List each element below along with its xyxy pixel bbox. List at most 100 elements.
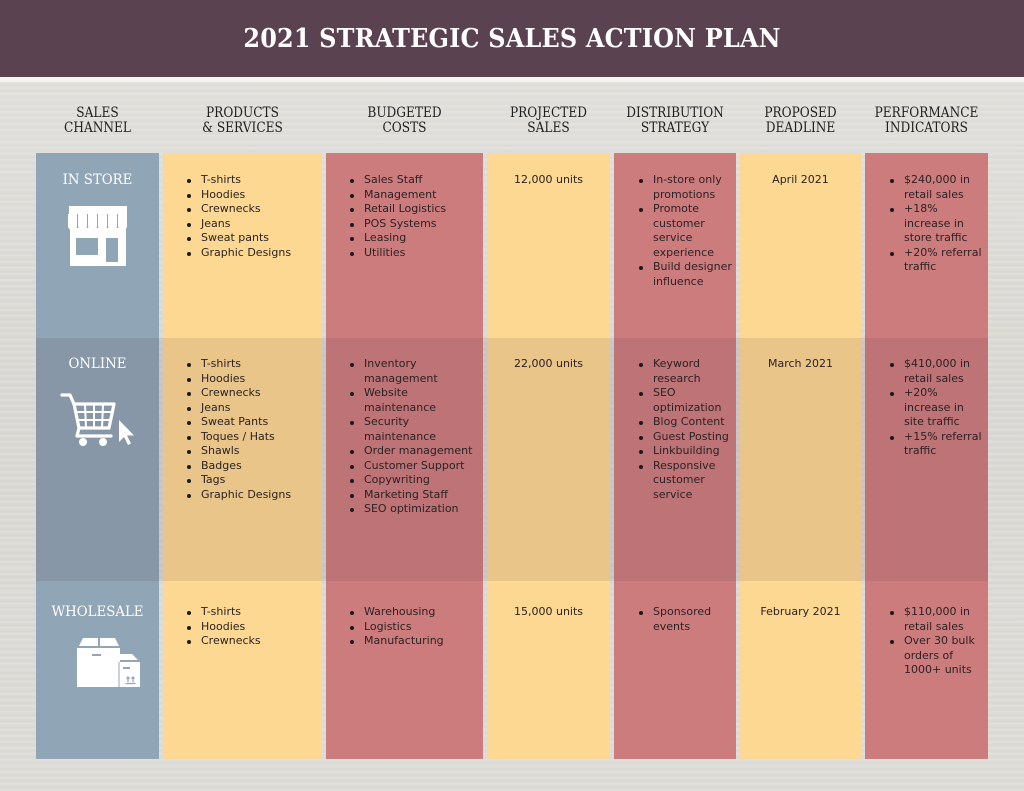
list-item: Management <box>350 188 479 203</box>
title-divider <box>0 77 1024 82</box>
header-performance-indicators: PERFORMANCE INDICATORS <box>865 106 988 136</box>
header-line: SALES <box>76 105 119 121</box>
list-item: T-shirts <box>187 357 319 372</box>
list-item: Linkbuilding <box>639 444 733 459</box>
list-item: Manufacturing <box>350 634 479 649</box>
list-item: +20% increase in site traffic <box>890 386 984 430</box>
list-item: Guest Posting <box>639 430 733 445</box>
header-proposed-deadline: PROPOSED DEADLINE <box>746 106 855 136</box>
row-in-store-indicators: $240,000 in retail sales +18% increase i… <box>890 173 984 275</box>
list-item: Hoodies <box>187 372 319 387</box>
header-sales-channel: SALES CHANNEL <box>42 106 153 136</box>
header-line: COSTS <box>382 120 427 136</box>
channel-label-wholesale: WHOLESALE <box>51 604 144 620</box>
channel-label-in-store: IN STORE <box>62 172 133 188</box>
list-item: SEO optimization <box>350 502 476 517</box>
storefront-icon <box>67 206 129 271</box>
row-online-indicators: $410,000 in retail sales +20% increase i… <box>890 357 984 459</box>
row-wholesale-projected-sales: 15,000 units <box>513 605 584 618</box>
list-item: Crewnecks <box>187 634 319 649</box>
list-item: +18% increase in store traffic <box>890 202 984 246</box>
column-projected-sales <box>487 153 610 759</box>
list-item: Website maintenance <box>350 386 476 415</box>
column-proposed-deadline <box>740 153 861 759</box>
header-line: CHANNEL <box>64 120 131 136</box>
list-item: SEO optimization <box>639 386 733 415</box>
header-line: BUDGETED <box>367 105 442 121</box>
row-online-products: T-shirts Hoodies Crewnecks Jeans Sweat P… <box>187 357 319 503</box>
list-item: Graphic Designs <box>187 488 319 503</box>
row-online-projected-sales: 22,000 units <box>513 357 584 370</box>
list-item: Marketing Staff <box>350 488 476 503</box>
list-item: Over 30 bulk orders of 1000+ units <box>890 634 984 678</box>
list-item: Leasing <box>350 231 479 246</box>
list-item: Keyword research <box>639 357 733 386</box>
list-item: Toques / Hats <box>187 430 319 445</box>
row-wholesale-indicators: $110,000 in retail sales Over 30 bulk or… <box>890 605 984 678</box>
row-wholesale-products: T-shirts Hoodies Crewnecks <box>187 605 319 649</box>
list-item: Tags <box>187 473 319 488</box>
list-item: T-shirts <box>187 173 319 188</box>
list-item: Logistics <box>350 620 479 635</box>
row-wholesale-distribution: Sponsored events <box>639 605 733 634</box>
header-line: SALES <box>527 120 570 136</box>
header-line: PROPOSED <box>764 105 837 121</box>
row-in-store-costs: Sales Staff Management Retail Logistics … <box>350 173 479 261</box>
channel-label-online: ONLINE <box>68 356 127 372</box>
list-item: Retail Logistics <box>350 202 479 217</box>
row-in-store-deadline: April 2021 <box>772 173 829 186</box>
row-in-store-distribution: In-store only promotions Promote custome… <box>639 173 733 289</box>
header-line: & SERVICES <box>202 120 283 136</box>
row-in-store-products: T-shirts Hoodies Crewnecks Jeans Sweat p… <box>187 173 319 261</box>
header-line: PROJECTED <box>509 105 588 121</box>
list-item: Responsive customer service <box>639 459 733 503</box>
list-item: Sales Staff <box>350 173 479 188</box>
title-bar: 2021 STRATEGIC SALES ACTION PLAN <box>0 0 1024 77</box>
header-line: STRATEGY <box>640 120 710 136</box>
list-item: Badges <box>187 459 319 474</box>
list-item: Jeans <box>187 217 319 232</box>
shopping-cart-icon <box>60 392 136 453</box>
row-online-costs: Inventory management Website maintenance… <box>350 357 476 517</box>
list-item: $240,000 in retail sales <box>890 173 984 202</box>
list-item: Jeans <box>187 401 319 416</box>
header-line: PRODUCTS <box>205 105 279 121</box>
list-item: Promote customer service experience <box>639 202 733 260</box>
list-item: Sweat Pants <box>187 415 319 430</box>
list-item: Inventory management <box>350 357 476 386</box>
list-item: In-store only promotions <box>639 173 733 202</box>
list-item: Sweat pants <box>187 231 319 246</box>
list-item: Copywriting <box>350 473 476 488</box>
list-item: Warehousing <box>350 605 479 620</box>
list-item: $110,000 in retail sales <box>890 605 984 634</box>
list-item: Blog Content <box>639 415 733 430</box>
row-in-store-projected-sales: 12,000 units <box>513 173 584 186</box>
header-budgeted-costs: BUDGETED COSTS <box>334 106 475 136</box>
list-item: +20% referral traffic <box>890 246 984 275</box>
list-item: Graphic Designs <box>187 246 319 261</box>
list-item: $410,000 in retail sales <box>890 357 984 386</box>
header-line: INDICATORS <box>885 120 968 136</box>
list-item: Security maintenance <box>350 415 476 444</box>
page-title: 2021 STRATEGIC SALES ACTION PLAN <box>243 23 781 54</box>
row-online-distribution: Keyword research SEO optimization Blog C… <box>639 357 733 503</box>
list-item: Utilities <box>350 246 479 261</box>
list-item: Sponsored events <box>639 605 733 634</box>
list-item: Hoodies <box>187 188 319 203</box>
list-item: Shawls <box>187 444 319 459</box>
row-wholesale-deadline: February 2021 <box>760 605 841 618</box>
list-item: Crewnecks <box>187 386 319 401</box>
row-wholesale-costs: Warehousing Logistics Manufacturing <box>350 605 479 649</box>
header-projected-sales: PROJECTED SALES <box>493 106 604 136</box>
list-item: Order management <box>350 444 476 459</box>
list-item: Hoodies <box>187 620 319 635</box>
list-item: POS Systems <box>350 217 479 232</box>
header-products-services: PRODUCTS & SERVICES <box>171 106 314 136</box>
header-distribution-strategy: DISTRIBUTION STRATEGY <box>617 106 734 136</box>
list-item: T-shirts <box>187 605 319 620</box>
header-line: DISTRIBUTION <box>626 105 724 121</box>
list-item: +15% referral traffic <box>890 430 984 459</box>
header-line: DEADLINE <box>765 120 836 136</box>
list-item: Customer Support <box>350 459 476 474</box>
row-online-deadline: March 2021 <box>767 357 834 370</box>
